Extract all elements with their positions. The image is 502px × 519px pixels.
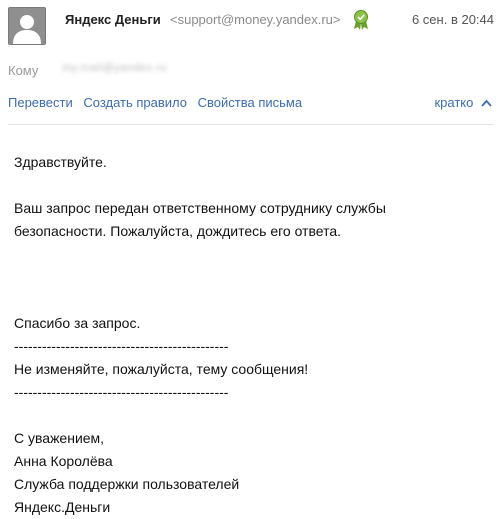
signer-department: Служба поддержки пользователей — [14, 476, 240, 492]
subject-notice: Не изменяйте, пожалуйста, тему сообщения… — [14, 361, 309, 377]
verified-badge-icon[interactable] — [353, 10, 369, 30]
sender-name[interactable]: Яндекс Деньги — [65, 12, 161, 27]
regards-line: С уважением, — [14, 430, 105, 446]
sender-avatar[interactable] — [8, 7, 46, 45]
body-paragraph-line-1: Ваш запрос передан ответственному сотруд… — [14, 200, 386, 216]
message-header: Яндекс Деньги <support@money.yandex.ru> … — [0, 0, 502, 58]
translate-link[interactable]: Перевести — [8, 95, 73, 110]
body-paragraph-line-2: безопасности. Пожалуйста, дождитесь его … — [14, 223, 341, 239]
brief-label: кратко — [434, 95, 474, 110]
recipient-address[interactable]: my.mail@yandex.ru — [62, 62, 167, 74]
message-date: 6 сен. в 20:44 — [411, 12, 494, 27]
user-silhouette-icon — [9, 8, 45, 44]
create-rule-link[interactable]: Создать правило — [83, 95, 187, 110]
signer-company: Яндекс.Деньги — [14, 499, 111, 515]
separator-bottom: ----------------------------------------… — [14, 384, 229, 400]
greeting: Здравствуйте. — [14, 154, 107, 170]
signer-name: Анна Королёва — [14, 453, 113, 469]
sender-email[interactable]: <support@money.yandex.ru> — [170, 12, 341, 27]
message-properties-link[interactable]: Свойства письма — [198, 95, 302, 110]
thanks-line: Спасибо за запрос. — [14, 315, 141, 331]
recipient-label: Кому — [8, 63, 39, 78]
message-body: Здравствуйте. Ваш запрос передан ответст… — [14, 151, 386, 519]
brief-toggle[interactable]: кратко — [434, 95, 492, 110]
header-divider — [8, 124, 494, 125]
chevron-up-icon — [481, 99, 492, 107]
message-toolbar: Перевести Создать правило Свойства письм… — [8, 95, 309, 110]
separator-top: ----------------------------------------… — [14, 338, 229, 354]
